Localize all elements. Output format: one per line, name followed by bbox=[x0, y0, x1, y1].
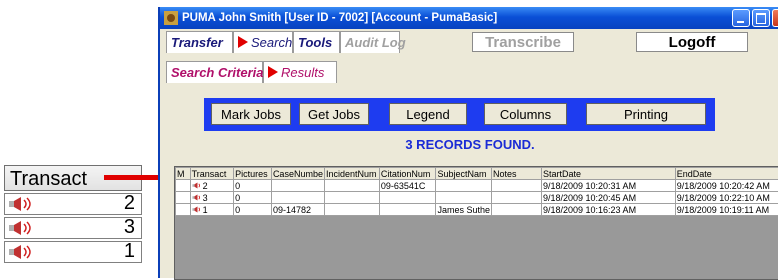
columns-button[interactable]: Columns bbox=[484, 103, 567, 125]
notes-cell bbox=[492, 180, 542, 192]
column-header[interactable]: M bbox=[176, 168, 191, 180]
get-jobs-button[interactable]: Get Jobs bbox=[299, 103, 369, 125]
column-header[interactable]: Transact bbox=[190, 168, 234, 180]
logoff-button[interactable]: Logoff bbox=[636, 32, 748, 52]
transact-cell[interactable]: 1 bbox=[190, 204, 234, 216]
subject-name-cell bbox=[436, 192, 492, 204]
incident-num-cell bbox=[324, 180, 379, 192]
table-header-row: M Transact Pictures CaseNumbe IncidentNu… bbox=[176, 168, 778, 180]
tab-transfer[interactable]: Transfer bbox=[166, 31, 233, 53]
start-date-cell: 9/18/2009 10:20:45 AM bbox=[541, 192, 675, 204]
job-toolbar: Mark Jobs Get Jobs Legend Columns Printi… bbox=[204, 98, 715, 131]
mark-cell[interactable] bbox=[176, 204, 191, 216]
start-date-cell: 9/18/2009 10:16:23 AM bbox=[541, 204, 675, 216]
tab-audit-log[interactable]: Audit Log bbox=[340, 31, 400, 53]
column-header[interactable]: SubjectNam bbox=[436, 168, 492, 180]
callout-row: 2 bbox=[4, 193, 142, 215]
table-row[interactable]: 2 0 09-63541C 9/18/2009 10:20:31 AM 9/18… bbox=[176, 180, 778, 192]
callout-transact-value: 1 bbox=[124, 240, 135, 263]
end-date-cell: 9/18/2009 10:22:10 AM bbox=[675, 192, 778, 204]
case-number-cell bbox=[271, 180, 324, 192]
speaker-icon bbox=[8, 220, 34, 236]
end-date-cell: 9/18/2009 10:19:11 AM bbox=[675, 204, 778, 216]
tab-results-label: Results bbox=[281, 65, 324, 80]
speaker-icon bbox=[8, 244, 34, 260]
column-header[interactable]: StartDate bbox=[541, 168, 675, 180]
app-window: PUMA John Smith [User ID - 7002] [Accoun… bbox=[158, 7, 778, 278]
callout-row: 1 bbox=[4, 241, 142, 263]
notes-cell bbox=[492, 204, 542, 216]
arrow-right-icon bbox=[238, 36, 248, 48]
citation-num-cell bbox=[379, 192, 436, 204]
notes-cell bbox=[492, 192, 542, 204]
case-number-cell: 09-14782 bbox=[271, 204, 324, 216]
tab-search-label: Search bbox=[251, 35, 292, 50]
pictures-cell: 0 bbox=[234, 192, 272, 204]
speaker-icon[interactable] bbox=[192, 193, 203, 202]
speaker-icon[interactable] bbox=[192, 205, 203, 214]
maximize-button[interactable] bbox=[752, 9, 770, 27]
column-header[interactable]: CitationNum bbox=[379, 168, 436, 180]
subject-name-cell: James Suthe bbox=[436, 204, 492, 216]
callout-transact-value: 2 bbox=[124, 192, 135, 215]
case-number-cell bbox=[271, 192, 324, 204]
end-date-cell: 9/18/2009 10:20:42 AM bbox=[675, 180, 778, 192]
window-title: PUMA John Smith [User ID - 7002] [Accoun… bbox=[182, 7, 497, 29]
minimize-button[interactable] bbox=[732, 9, 750, 27]
title-bar: PUMA John Smith [User ID - 7002] [Accoun… bbox=[160, 7, 778, 29]
mark-cell[interactable] bbox=[176, 192, 191, 204]
callout-row: 3 bbox=[4, 217, 142, 239]
transcribe-button[interactable]: Transcribe bbox=[472, 32, 574, 52]
tab-tools[interactable]: Tools bbox=[293, 31, 340, 53]
subject-name-cell bbox=[436, 180, 492, 192]
column-header[interactable]: IncidentNum bbox=[324, 168, 379, 180]
arrow-right-icon bbox=[268, 66, 278, 78]
speaker-icon bbox=[8, 196, 34, 212]
column-header[interactable]: CaseNumbe bbox=[271, 168, 324, 180]
tab-results[interactable]: Results bbox=[263, 61, 337, 83]
sub-tabs: Search Criteria Results bbox=[160, 61, 778, 83]
mark-cell[interactable] bbox=[176, 180, 191, 192]
column-header[interactable]: Pictures bbox=[234, 168, 272, 180]
citation-num-cell: 09-63541C bbox=[379, 180, 436, 192]
records-found-label: 3 RECORDS FOUND. bbox=[160, 137, 778, 152]
tab-search[interactable]: Search bbox=[233, 31, 293, 53]
transact-value: 2 bbox=[203, 181, 208, 191]
transact-cell[interactable]: 3 bbox=[190, 192, 234, 204]
speaker-icon[interactable] bbox=[192, 181, 203, 190]
results-grid: M Transact Pictures CaseNumbe IncidentNu… bbox=[174, 166, 778, 280]
close-button[interactable] bbox=[772, 9, 778, 27]
column-header[interactable]: Notes bbox=[492, 168, 542, 180]
main-menu: Transfer Search Tools Audit Log Transcri… bbox=[160, 31, 778, 55]
puma-app-icon bbox=[164, 11, 178, 25]
legend-button[interactable]: Legend bbox=[389, 103, 467, 125]
callout-transact-value: 3 bbox=[124, 216, 135, 239]
transact-cell[interactable]: 2 bbox=[190, 180, 234, 192]
table-row[interactable]: 3 0 9/18/2009 10:20:45 AM 9/18/2009 10:2… bbox=[176, 192, 778, 204]
tab-search-criteria[interactable]: Search Criteria bbox=[166, 61, 263, 83]
pictures-cell: 0 bbox=[234, 204, 272, 216]
results-table: M Transact Pictures CaseNumbe IncidentNu… bbox=[175, 167, 778, 216]
transact-value: 1 bbox=[203, 205, 208, 215]
table-row[interactable]: 1 0 09-14782 James Suthe 9/18/2009 10:16… bbox=[176, 204, 778, 216]
citation-num-cell bbox=[379, 204, 436, 216]
incident-num-cell bbox=[324, 192, 379, 204]
mark-jobs-button[interactable]: Mark Jobs bbox=[211, 103, 291, 125]
pictures-cell: 0 bbox=[234, 180, 272, 192]
printing-button[interactable]: Printing bbox=[586, 103, 706, 125]
transact-value: 3 bbox=[203, 193, 208, 203]
column-header[interactable]: EndDate bbox=[675, 168, 778, 180]
incident-num-cell bbox=[324, 204, 379, 216]
start-date-cell: 9/18/2009 10:20:31 AM bbox=[541, 180, 675, 192]
